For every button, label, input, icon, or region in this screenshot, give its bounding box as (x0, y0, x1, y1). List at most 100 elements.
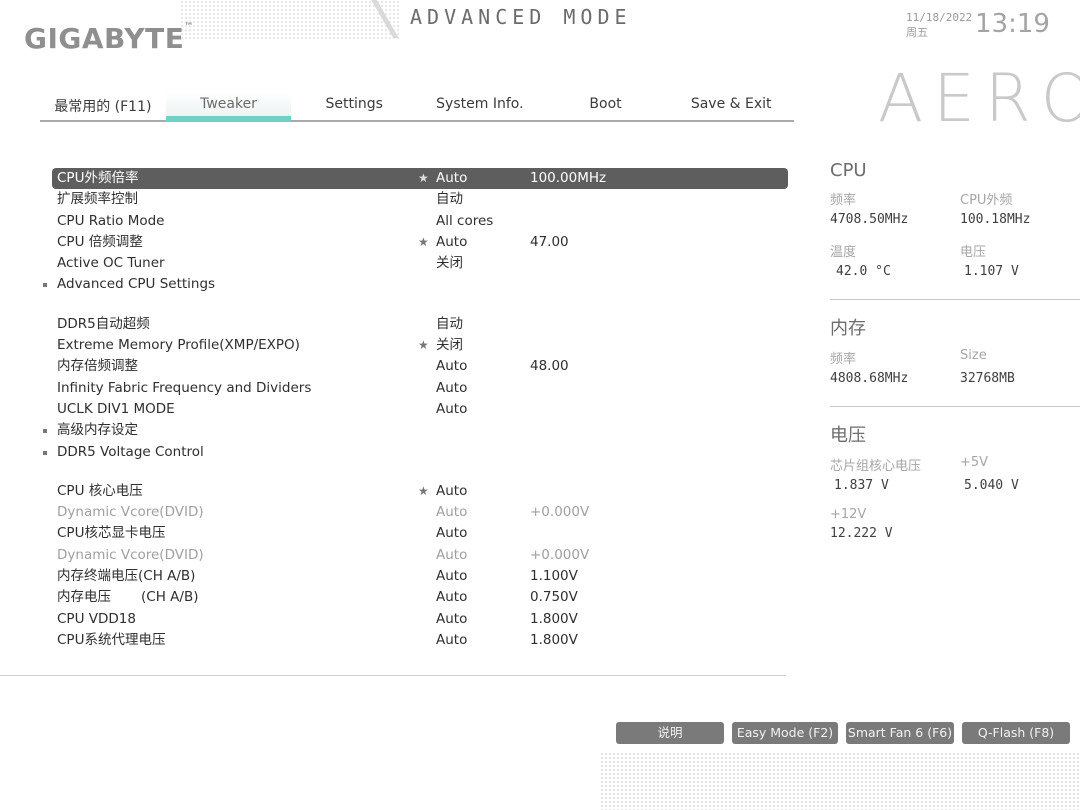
setting-row-memory-vtt[interactable]: 内存终端电压(CH A/B) Auto 1.100V (52, 566, 788, 587)
smart-fan-button[interactable]: Smart Fan 6 (F6) (846, 722, 954, 744)
favorite-star-icon: ★ (418, 483, 429, 498)
setting-value: Auto (436, 400, 468, 417)
setting-row-active-oc-tuner[interactable]: Active OC Tuner 关闭 (52, 253, 788, 274)
aero-brand-logo: AERO (878, 60, 1080, 137)
help-button[interactable]: 说明 (616, 722, 724, 744)
setting-row-cpu-vdd18[interactable]: CPU VDD18 Auto 1.800V (52, 609, 788, 630)
setting-label: Advanced CPU Settings (57, 276, 216, 293)
setting-value: 自动 (436, 191, 463, 208)
setting-row-dynamic-vcore-igpu[interactable]: Dynamic Vcore(DVID) Auto +0.000V (52, 545, 788, 566)
header: GIGABYTE™ ADVANCED MODE 11/18/2022 周五 13… (0, 0, 1080, 137)
clock: 13:19 (975, 9, 1050, 39)
footer-toolbar: 说明 Easy Mode (F2) Smart Fan 6 (F6) Q-Fla… (616, 722, 1070, 744)
setting-value: Auto (436, 233, 468, 250)
gigabyte-logo: GIGABYTE™ (24, 22, 194, 55)
setting-value: Auto (436, 568, 468, 585)
memory-size-label: Size (960, 348, 987, 363)
monitor-voltage-title: 电压 (830, 425, 866, 446)
easy-mode-button[interactable]: Easy Mode (F2) (732, 722, 838, 744)
cpu-volt-value: 1.107 V (964, 264, 1019, 279)
tab-tweaker[interactable]: Tweaker (165, 92, 292, 122)
setting-label: CPU 核心电压 (57, 482, 143, 499)
footer-dot-pattern (600, 752, 1080, 810)
favorite-star-icon: ★ (418, 171, 429, 185)
monitor-voltage: 电压 芯片组核心电压 +5V 1.837 V 5.040 V +12V 12.2… (830, 421, 1080, 551)
setting-row-igpu-voltage[interactable]: CPU核芯显卡电压 Auto (52, 523, 788, 544)
tab-boot[interactable]: Boot (542, 92, 669, 122)
setting-label: Extreme Memory Profile(XMP/EXPO) (57, 337, 300, 354)
setting-current-value: 1.800V (530, 631, 578, 648)
tab-save-exit[interactable]: Save & Exit (668, 92, 795, 122)
setting-label: UCLK DIV1 MODE (57, 400, 175, 417)
main-tabs: 最常用的 (F11) Tweaker Settings System Info.… (40, 92, 795, 122)
setting-value: Auto (436, 379, 468, 396)
setting-label: Dynamic Vcore(DVID) (57, 546, 204, 563)
chipset-voltage-label: 芯片组核心电压 (830, 459, 922, 474)
setting-label: DDR5 Voltage Control (57, 443, 204, 460)
setting-label: Infinity Fabric Frequency and Dividers (57, 379, 312, 396)
settings-bottom-divider (0, 675, 786, 676)
setting-label: CPU外频倍率 (57, 170, 139, 186)
setting-row-memory-voltage[interactable]: 内存电压 (CH A/B) Auto 0.750V (52, 587, 788, 608)
setting-row-ddr5-auto-oc[interactable]: DDR5自动超频 自动 (52, 314, 788, 335)
memory-freq-value: 4808.68MHz (830, 371, 909, 386)
submenu-advanced-memory-settings[interactable]: 高级内存设定 (43, 420, 788, 441)
cpu-temp-label: 温度 (830, 245, 857, 260)
setting-label: CPU VDD18 (57, 610, 136, 627)
setting-row-cpu-vcore[interactable]: CPU 核心电压 ★ Auto (52, 481, 788, 502)
setting-row-xmp-expo[interactable]: Extreme Memory Profile(XMP/EXPO) ★ 关闭 (52, 335, 788, 356)
setting-value: 自动 (436, 315, 463, 332)
monitor-divider (830, 406, 1080, 407)
date-display: 11/18/2022 周五 (906, 10, 972, 40)
monitor-divider (830, 299, 1080, 300)
setting-row-cpu-ratio-mode[interactable]: CPU Ratio Mode All cores (52, 211, 788, 232)
hardware-monitor: CPU 频率 CPU外频 4708.50MHz 100.18MHz 温度 电压 … (830, 160, 1080, 551)
setting-row-cpu-bclk[interactable]: CPU外频倍率 ★ Auto 100.00MHz (52, 168, 788, 190)
tab-favorites[interactable]: 最常用的 (F11) (40, 92, 166, 122)
setting-row-spread-spectrum[interactable]: 扩展频率控制 自动 (52, 189, 788, 210)
monitor-memory: 内存 频率 Size 4808.68MHz 32768MB (830, 314, 1080, 396)
tab-settings[interactable]: Settings (291, 92, 418, 122)
date-text: 11/18/2022 (906, 11, 973, 24)
monitor-memory-title: 内存 (830, 318, 866, 339)
weekday-text: 周五 (906, 26, 928, 39)
cpu-freq-label: 频率 (830, 193, 857, 208)
setting-value: Auto (436, 610, 468, 627)
cpu-bclk-label: CPU外频 (960, 193, 1013, 208)
memory-size-value: 32768MB (960, 371, 1015, 386)
setting-label: 内存倍频调整 (57, 358, 138, 375)
setting-value: All cores (436, 212, 494, 229)
setting-value: Auto (436, 504, 468, 521)
setting-label: 高级内存设定 (57, 422, 138, 439)
setting-label: CPU 倍频调整 (57, 233, 143, 250)
setting-current-value: 0.750V (530, 589, 578, 606)
p12v-label: +12V (830, 507, 867, 522)
setting-current-value: 1.800V (530, 610, 578, 627)
tab-system-info[interactable]: System Info. (417, 92, 543, 122)
setting-current-value: 47.00 (530, 233, 569, 250)
qflash-button[interactable]: Q-Flash (F8) (962, 722, 1070, 744)
favorite-star-icon: ★ (418, 338, 429, 353)
setting-label: CPU系统代理电压 (57, 631, 166, 648)
setting-current-value: +0.000V (530, 504, 590, 521)
setting-row-infinity-fabric[interactable]: Infinity Fabric Frequency and Dividers A… (52, 378, 788, 399)
setting-row-cpu-sa-voltage[interactable]: CPU系统代理电压 Auto 1.800V (52, 630, 788, 651)
cpu-temp-value: 42.0 °C (836, 264, 891, 279)
setting-row-memory-multiplier[interactable]: 内存倍频调整 Auto 48.00 (52, 356, 788, 377)
setting-label: Active OC Tuner (57, 255, 165, 272)
submenu-bullet-icon (43, 429, 47, 434)
setting-row-cpu-ratio[interactable]: CPU 倍频调整 ★ Auto 47.00 (52, 232, 788, 253)
submenu-advanced-cpu-settings[interactable]: Advanced CPU Settings (43, 274, 788, 295)
cpu-volt-label: 电压 (960, 245, 987, 260)
chipset-voltage-value: 1.837 V (834, 478, 889, 493)
monitor-cpu-title: CPU (830, 160, 867, 181)
favorite-star-icon: ★ (418, 234, 429, 249)
setting-value: Auto (436, 482, 468, 499)
memory-freq-label: 频率 (830, 352, 857, 367)
setting-value: Auto (436, 631, 468, 648)
settings-list: CPU外频倍率 ★ Auto 100.00MHz 扩展频率控制 自动 CPU R… (43, 168, 788, 651)
setting-label: DDR5自动超频 (57, 315, 150, 332)
submenu-ddr5-voltage-control[interactable]: DDR5 Voltage Control (43, 442, 788, 463)
setting-row-dynamic-vcore[interactable]: Dynamic Vcore(DVID) Auto +0.000V (52, 502, 788, 523)
setting-row-uclk-div1[interactable]: UCLK DIV1 MODE Auto (52, 399, 788, 420)
